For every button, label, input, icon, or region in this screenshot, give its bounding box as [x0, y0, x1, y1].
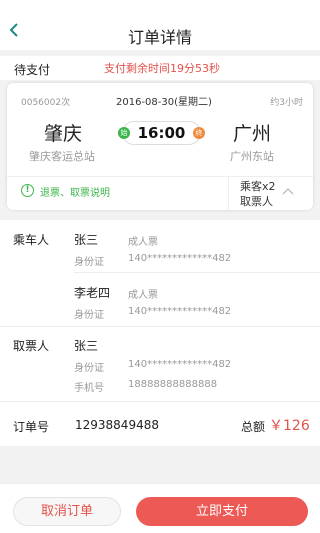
passenger-name: 李老四 [74, 286, 111, 300]
to-station: 广州东站 [230, 150, 274, 163]
refund-instructions-link[interactable]: 退票、取票说明 [40, 184, 110, 199]
collector-id-value: 140*************482 [128, 359, 232, 370]
departure-time: 16:00 [137, 124, 186, 142]
passengers-label: 乘车人 [13, 233, 50, 247]
section-divider [0, 401, 320, 402]
passenger-summary-toggle[interactable]: 乘客x2 取票人 [240, 179, 276, 209]
chevron-up-icon[interactable] [282, 187, 294, 195]
id-label: 身份证 [74, 257, 104, 268]
payment-countdown: 支付剩余时间19分53秒 [104, 62, 220, 75]
departure-time-pill: 始 16:00 终 [118, 121, 205, 145]
passenger-count: 乘客x2 [240, 180, 276, 193]
from-station: 肇庆客运总站 [29, 150, 95, 163]
row-divider [74, 272, 320, 273]
end-badge-icon: 终 [193, 127, 205, 139]
trip-duration: 约3小时 [270, 98, 303, 108]
pay-now-button[interactable]: 立即支付 [136, 497, 308, 526]
id-value: 140*************482 [128, 253, 232, 264]
id-value: 140*************482 [128, 306, 232, 317]
page-title: 订单详情 [127, 28, 192, 47]
id-label: 身份证 [74, 310, 104, 321]
departure-date: 2016-08-30(星期二) [116, 97, 212, 108]
section-divider [0, 326, 320, 327]
collector-phone-label: 手机号 [74, 383, 104, 394]
collector-id-label: 身份证 [74, 363, 104, 374]
order-status: 待支付 [14, 63, 51, 77]
from-city: 肇庆 [44, 123, 83, 145]
order-number-label: 订单号 [13, 420, 50, 434]
passenger-ticket-type: 成人票 [128, 237, 158, 248]
order-details: 乘车人 张三 成人票 身份证 140*************482 李老四 成… [0, 220, 320, 446]
collector-name: 张三 [74, 339, 99, 353]
collector-label: 取票人 [13, 339, 50, 353]
collector-phone-value: 18888888888888 [128, 379, 218, 390]
to-city: 广州 [233, 123, 272, 145]
ticket-collector-label: 取票人 [240, 195, 273, 208]
status-bar: 待支付 支付剩余时间19分53秒 [0, 56, 320, 80]
header: 订单详情 [0, 0, 320, 50]
train-number: 0056002次 [21, 98, 71, 108]
ticket-card: 0056002次 2016-08-30(星期二) 约3小时 肇庆 始 16:00… [7, 83, 313, 210]
total-amount: ￥126 [269, 418, 310, 434]
order-number: 12938849488 [75, 418, 159, 432]
passenger-name: 张三 [74, 233, 99, 247]
cancel-order-button[interactable]: 取消订单 [13, 497, 121, 526]
passenger-ticket-type: 成人票 [128, 290, 158, 301]
info-icon: ! [21, 184, 34, 197]
total-label: 总额 [241, 420, 266, 434]
card-divider [7, 176, 313, 177]
action-bar: 取消订单 立即支付 [0, 483, 320, 533]
vertical-divider [228, 177, 229, 210]
